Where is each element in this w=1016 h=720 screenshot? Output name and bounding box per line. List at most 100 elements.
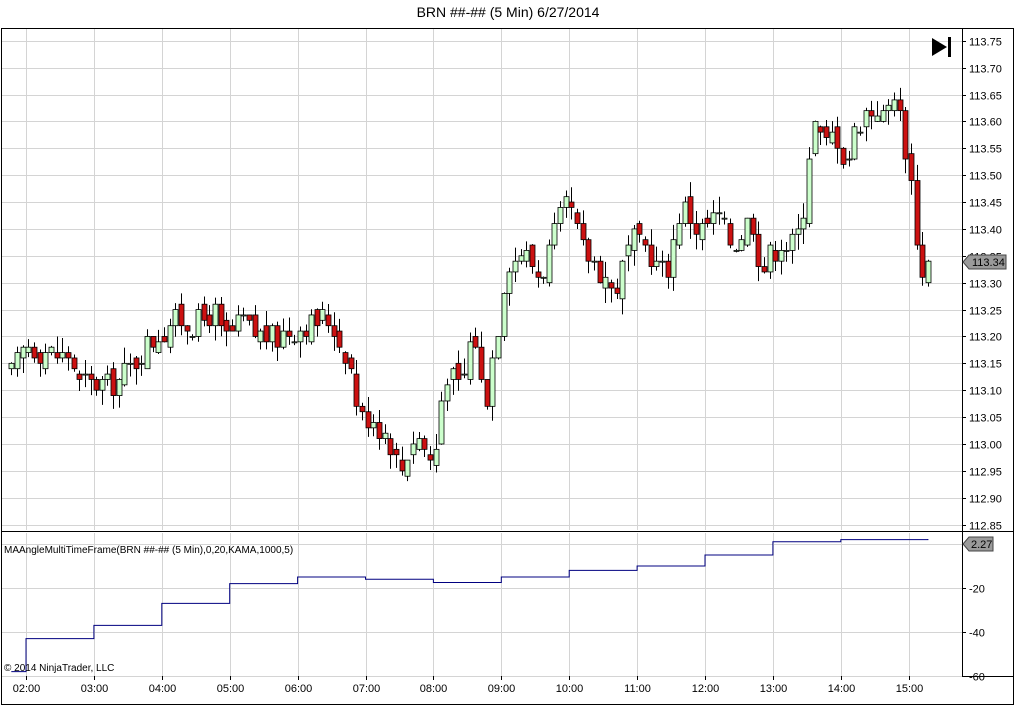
- candle-down: [206, 314, 213, 327]
- candle-up: [551, 223, 558, 246]
- time-tick-label: 14:00: [828, 683, 856, 695]
- candle-down: [325, 314, 332, 327]
- candle-down: [687, 196, 694, 224]
- candle-up: [501, 293, 508, 337]
- time-axis: 02:00 03:00 04:00 05:00 06:00 07:00 08:00 09:00…: [13, 676, 923, 695]
- candle-down: [31, 346, 38, 359]
- price-tick-label: 113.05: [969, 413, 1002, 425]
- candle-up: [257, 330, 264, 343]
- candle-down: [529, 244, 536, 267]
- candle-down: [750, 217, 757, 235]
- price-tick-label: 113.70: [969, 64, 1002, 76]
- candle-down: [387, 438, 394, 456]
- candle-down: [252, 314, 259, 337]
- candle-up: [512, 260, 519, 273]
- indicator-value-label: 2.27: [971, 539, 992, 551]
- current-price-marker: 113.34: [962, 254, 1007, 270]
- candle-up: [806, 158, 813, 224]
- candle-up: [59, 352, 66, 359]
- candle-down: [376, 422, 383, 440]
- candle-up: [676, 223, 683, 246]
- indicator-value-marker: 2.27: [962, 536, 994, 552]
- time-tick-label: 13:00: [760, 683, 788, 695]
- price-tick-label: 113.65: [969, 91, 1002, 103]
- candle-up: [653, 260, 660, 267]
- candle-down: [823, 126, 830, 138]
- candle-up: [116, 379, 123, 396]
- time-tick-label: 07:00: [353, 683, 381, 695]
- copyright-text: © 2014 NinjaTrader, LLC: [4, 663, 114, 674]
- time-tick-label: 10:00: [556, 683, 584, 695]
- candle-up: [591, 260, 598, 263]
- candle-up: [625, 244, 632, 257]
- candle-up: [767, 244, 774, 273]
- candle-up: [212, 303, 219, 327]
- skip-to-end-icon[interactable]: [932, 37, 951, 57]
- candle-down: [353, 373, 360, 407]
- candle-down: [359, 405, 366, 413]
- candle-down: [65, 352, 72, 359]
- price-tick-label: 113.55: [969, 144, 1002, 156]
- candle-up: [885, 104, 892, 112]
- candle-up: [489, 357, 496, 407]
- candle-up: [99, 379, 106, 391]
- candle-down: [71, 357, 78, 370]
- candle-up: [42, 352, 49, 370]
- candle-down: [761, 266, 768, 273]
- candle-up: [619, 260, 626, 300]
- candle-down: [348, 357, 355, 370]
- candle-up: [370, 422, 377, 429]
- candle-down: [472, 336, 479, 348]
- candle-down: [399, 459, 406, 472]
- candle-down: [110, 368, 117, 396]
- candle-up: [189, 336, 196, 338]
- candle-up: [733, 250, 740, 252]
- candle-down: [314, 309, 321, 327]
- indicator-line: [11, 539, 929, 673]
- candle-down: [535, 271, 542, 278]
- candle-up: [874, 115, 881, 122]
- candle-up: [812, 120, 819, 155]
- time-tick-label: 11:00: [624, 683, 651, 695]
- price-tick-label: 112.85: [969, 521, 1002, 533]
- candle-up: [518, 255, 525, 262]
- candle-up: [433, 448, 440, 466]
- candle-up: [82, 373, 89, 376]
- candle-down: [246, 314, 253, 321]
- candle-down: [336, 330, 343, 348]
- candle-down: [755, 233, 762, 267]
- candle-down: [178, 303, 185, 327]
- candle-up: [127, 362, 134, 365]
- candle-up: [523, 250, 530, 262]
- indicator-axis: 0-20-40-60: [962, 540, 985, 684]
- candle-up: [291, 341, 298, 344]
- candle-up: [851, 126, 858, 160]
- price-tick-label: 113.60: [969, 117, 1002, 129]
- price-tick-label: 113.25: [969, 306, 1002, 318]
- candle-down: [636, 223, 643, 235]
- candle-down: [478, 346, 485, 380]
- candle-up: [863, 110, 870, 128]
- candle-up: [857, 131, 864, 134]
- candle-up: [738, 239, 745, 251]
- candle-up: [138, 362, 145, 365]
- candle-up: [506, 271, 513, 294]
- time-tick-label: 09:00: [488, 683, 516, 695]
- chart-canvas[interactable]: 113.75 113.70 113.65 113.60 113.55 113.50 113.…: [0, 0, 1016, 720]
- time-tick-label: 08:00: [420, 683, 448, 695]
- candle-down: [218, 303, 225, 327]
- candle-up: [297, 330, 304, 343]
- candle-down: [727, 223, 734, 246]
- candle-down: [263, 325, 270, 343]
- time-tick-label: 04:00: [149, 683, 177, 695]
- candle-up: [280, 330, 287, 348]
- candle-down: [184, 325, 191, 332]
- candle-up: [444, 384, 451, 402]
- candle-down: [902, 110, 909, 160]
- candle-down: [342, 352, 349, 364]
- price-axis: 113.75 113.70 113.65 113.60 113.55 113.50 113.…: [962, 37, 1002, 533]
- price-tick-label: 113.30: [969, 279, 1002, 291]
- candle-down: [772, 250, 779, 262]
- candle-up: [416, 438, 423, 450]
- candle-down: [88, 373, 95, 380]
